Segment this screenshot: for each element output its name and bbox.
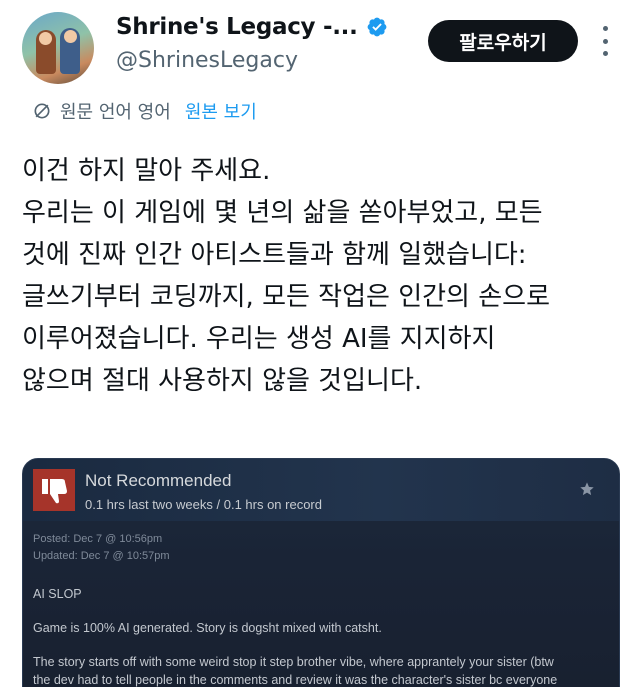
thumbs-down-icon bbox=[42, 479, 67, 504]
review-screenshot[interactable]: Not Recommended 0.1 hrs last two weeks /… bbox=[22, 458, 620, 687]
translation-label: 원문 언어 영어 bbox=[60, 102, 171, 123]
avatar[interactable] bbox=[22, 12, 94, 84]
review-hours: 0.1 hrs last two weeks / 0.1 hrs on reco… bbox=[85, 497, 322, 512]
tweet-line: 우리는 이 게임에 몇 년의 삶을 쏟아부었고, 모든 bbox=[22, 198, 543, 228]
tweet-text: 이건 하지 말아 주세요. 우리는 이 게임에 몇 년의 삶을 쏟아부었고, 모… bbox=[22, 150, 622, 402]
follow-button[interactable]: 팔로우하기 bbox=[428, 20, 578, 62]
review-header: Not Recommended 0.1 hrs last two weeks /… bbox=[23, 459, 619, 521]
more-dot bbox=[602, 26, 608, 31]
review-body-line: AI SLOP bbox=[33, 587, 82, 601]
review-body-line: The story starts off with some weird sto… bbox=[33, 655, 554, 669]
show-original-link[interactable]: 원본 보기 bbox=[185, 98, 257, 124]
translation-row: 원문 언어 영어 원본 보기 bbox=[32, 96, 257, 126]
tweet-line: 것에 진짜 인간 아티스트들과 함께 일했습니다: bbox=[22, 240, 527, 270]
avatar-face-left bbox=[39, 32, 52, 45]
tweet-header: Shrine's Legacy -... @ShrinesLegacy 팔로우하… bbox=[0, 0, 640, 96]
translate-icon bbox=[34, 103, 50, 119]
thumbs-down-tile bbox=[33, 469, 75, 511]
verified-badge-icon bbox=[367, 17, 386, 37]
display-name[interactable]: Shrine's Legacy -... bbox=[116, 14, 358, 40]
more-dot bbox=[602, 38, 608, 44]
tweet-line: 이건 하지 말아 주세요. bbox=[22, 156, 271, 186]
review-body-line: the dev had to tell people in the commen… bbox=[33, 673, 558, 687]
tweet-line: 글쓰기부터 코딩까지, 모든 작업은 인간의 손으로 bbox=[22, 282, 550, 312]
review-posted-date: Posted: Dec 7 @ 10:56pm bbox=[33, 533, 163, 545]
more-dot bbox=[602, 51, 608, 56]
review-body-line: Game is 100% AI generated. Story is dogs… bbox=[33, 621, 382, 635]
review-updated-date: Updated: Dec 7 @ 10:57pm bbox=[33, 550, 170, 562]
name-row: Shrine's Legacy -... bbox=[116, 14, 388, 40]
review-verdict: Not Recommended bbox=[85, 471, 232, 490]
user-handle[interactable]: @ShrinesLegacy bbox=[116, 48, 298, 73]
avatar-face-right bbox=[64, 30, 77, 43]
tweet-line: 않으며 절대 사용하지 않을 것입니다. bbox=[22, 366, 423, 396]
more-options-icon[interactable] bbox=[596, 26, 614, 56]
star-icon bbox=[580, 482, 594, 496]
tweet-line: 이루어졌습니다. 우리는 생성 AI를 지지하지 bbox=[22, 324, 496, 354]
